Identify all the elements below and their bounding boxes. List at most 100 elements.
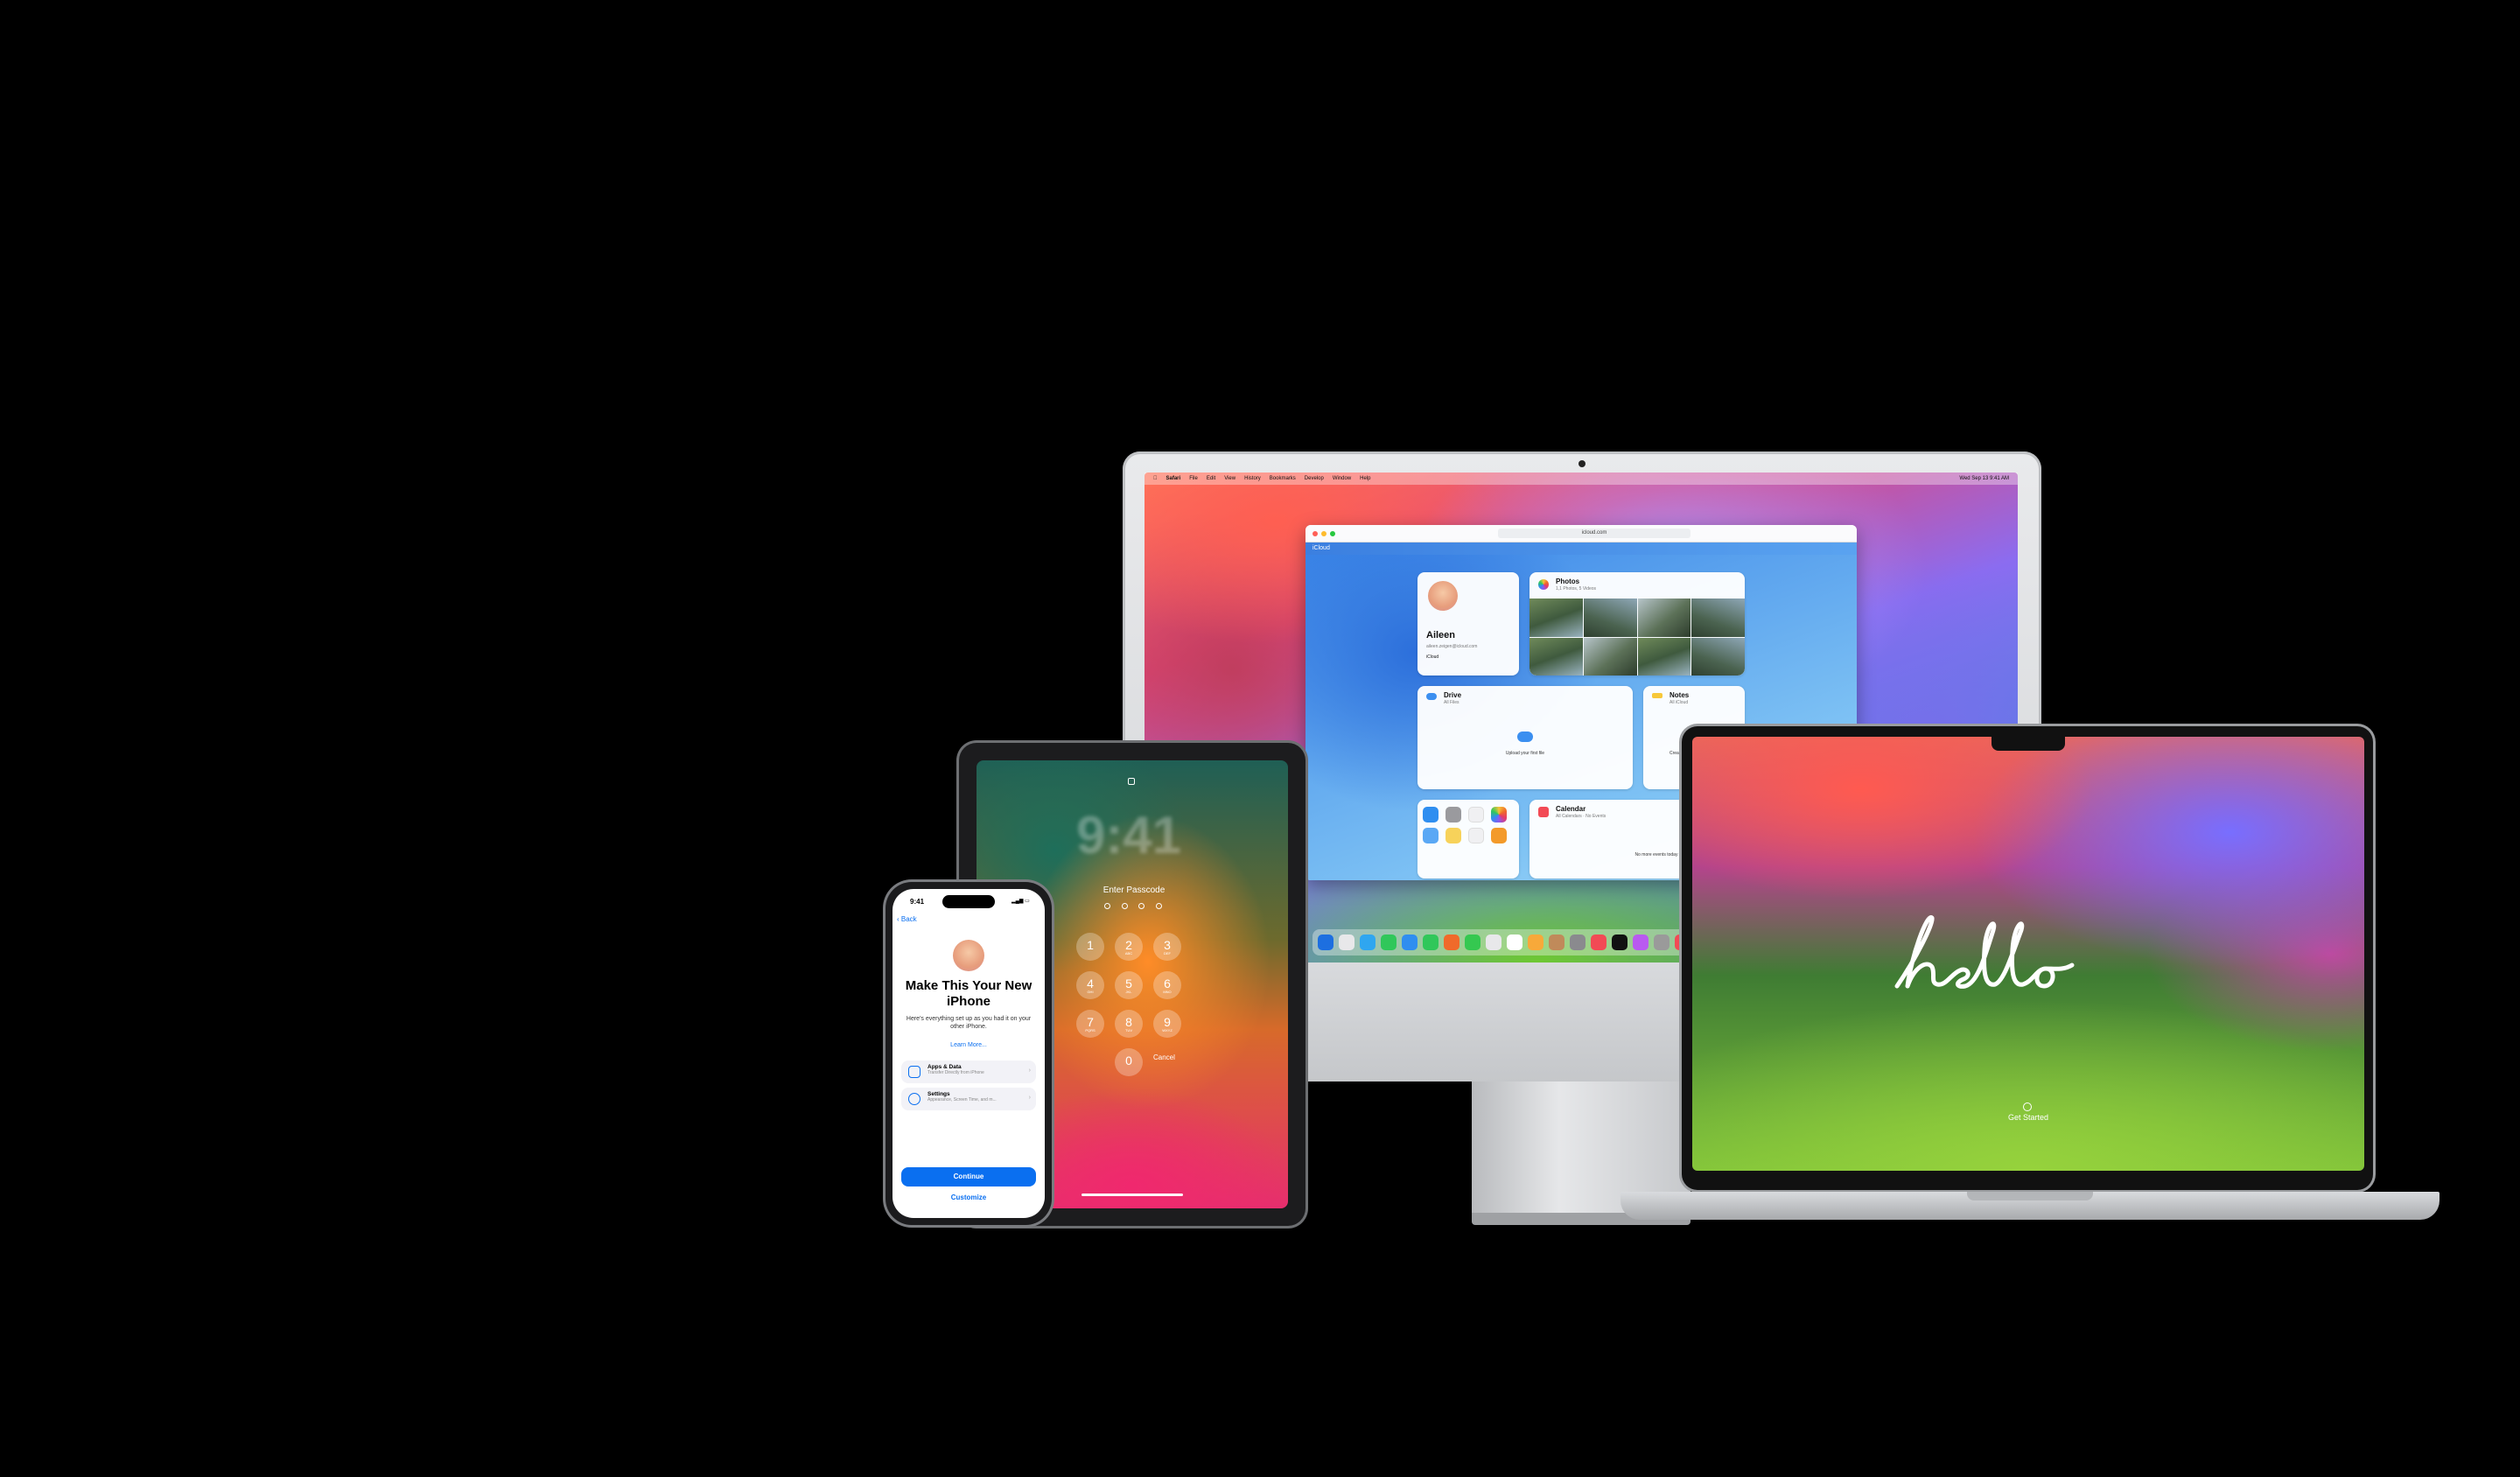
menu-edit[interactable]: Edit <box>1207 476 1215 481</box>
menu-bookmarks[interactable]: Bookmarks <box>1270 476 1296 481</box>
keypad-key-9[interactable]: 9 WXYZ <box>1153 1010 1181 1038</box>
upload-cloud-icon[interactable] <box>1517 732 1533 742</box>
key-letters: JKL <box>1125 990 1132 994</box>
keypad-key-3[interactable]: 3 DEF <box>1153 933 1181 961</box>
photos-card[interactable]: Photos 1,1 Photos, 5 Videos <box>1530 572 1745 676</box>
dock-app-icon[interactable] <box>1591 934 1606 950</box>
dock-app-icon[interactable] <box>1507 934 1522 950</box>
back-button[interactable]: ‹ Back <box>897 915 917 923</box>
icloud-header: iCloud <box>1306 542 1857 555</box>
continue-button[interactable]: Continue <box>901 1167 1036 1186</box>
drive-icon[interactable] <box>1423 828 1438 844</box>
dock-app-icon[interactable] <box>1381 934 1396 950</box>
dock-app-icon[interactable] <box>1528 934 1544 950</box>
menu-help[interactable]: Help <box>1360 476 1370 481</box>
menu-develop[interactable]: Develop <box>1305 476 1324 481</box>
keypad-key-4[interactable]: 4 GHI <box>1076 971 1104 999</box>
minimize-window-icon[interactable] <box>1321 530 1326 536</box>
keypad-key-8[interactable]: 8 TUV <box>1115 1010 1143 1038</box>
drive-card[interactable]: Drive All Files Upload your first file <box>1418 686 1633 789</box>
photo-thumbnails <box>1530 598 1745 676</box>
settings-row[interactable]: Settings Appearance, Screen Time, and m.… <box>901 1088 1036 1110</box>
photos-icon[interactable] <box>1491 807 1507 822</box>
photo-thumb[interactable] <box>1637 598 1691 637</box>
get-started-icon[interactable] <box>2023 1102 2032 1111</box>
dock-app-icon[interactable] <box>1444 934 1460 950</box>
dock-app-icon[interactable] <box>1612 934 1628 950</box>
photo-thumb[interactable] <box>1691 637 1745 676</box>
apps-data-row[interactable]: Apps & Data Transfer Directly from iPhon… <box>901 1060 1036 1083</box>
dock-app-icon[interactable] <box>1402 934 1418 950</box>
zoom-window-icon[interactable] <box>1330 530 1335 536</box>
notes-app-icon <box>1652 693 1662 698</box>
layers-icon <box>908 1066 920 1078</box>
menu-safari[interactable]: Safari <box>1166 476 1181 481</box>
drive-subtitle: All Files <box>1444 700 1460 705</box>
drive-cloud-icon <box>1426 693 1437 700</box>
photo-thumb[interactable] <box>1583 637 1637 676</box>
dock-app-icon[interactable] <box>1423 934 1438 950</box>
menu-history[interactable]: History <box>1244 476 1261 481</box>
notes-icon[interactable] <box>1446 828 1461 844</box>
get-started-button[interactable]: Get Started <box>1986 1113 2070 1122</box>
dock-app-icon[interactable] <box>1570 934 1586 950</box>
dock-app-icon[interactable] <box>1318 934 1334 950</box>
key-digit: 7 <box>1087 1015 1094 1029</box>
passcode-dot <box>1155 903 1162 909</box>
notes-create[interactable]: Create <box>1670 751 1683 756</box>
key-letters: ABC <box>1124 951 1133 956</box>
hello-greeting <box>1894 915 2075 989</box>
dock-app-icon[interactable] <box>1339 934 1354 950</box>
passcode-dots <box>1104 903 1162 909</box>
keypad-key-1[interactable]: 1 <box>1076 933 1104 961</box>
menu-view[interactable]: View <box>1224 476 1236 481</box>
mail-icon[interactable] <box>1423 807 1438 822</box>
photo-thumb[interactable] <box>1691 598 1745 637</box>
pages-icon[interactable] <box>1491 828 1507 844</box>
photo-thumb[interactable] <box>1637 637 1691 676</box>
key-digit: 1 <box>1087 938 1094 952</box>
passcode-prompt: Enter Passcode <box>1102 886 1166 895</box>
ipad-time: 9:41 <box>1075 806 1182 864</box>
keypad-key-6[interactable]: 6 MNO <box>1153 971 1181 999</box>
key-letters: WXYZ <box>1162 1028 1172 1032</box>
key-digit: 9 <box>1164 1015 1171 1029</box>
contacts-icon[interactable] <box>1446 807 1461 822</box>
dock-app-icon[interactable] <box>1633 934 1648 950</box>
memoji-avatar <box>953 940 984 971</box>
apple-menu-icon[interactable]:  <box>1153 476 1158 481</box>
calendar-icon[interactable] <box>1468 807 1484 822</box>
photo-thumb[interactable] <box>1583 598 1637 637</box>
settings-icon <box>908 1093 920 1105</box>
dock-app-icon[interactable] <box>1486 934 1502 950</box>
menu-window[interactable]: Window <box>1333 476 1351 481</box>
icloud-label[interactable]: iCloud <box>1312 545 1330 551</box>
dock-app-icon[interactable] <box>1465 934 1480 950</box>
status-time: 9:41 <box>910 898 925 906</box>
keypad-key-7[interactable]: 7 PQRS <box>1076 1010 1104 1038</box>
menubar-clock[interactable]: Wed Sep 13 9:41 AM <box>1959 476 2009 481</box>
dock-app-icon[interactable] <box>1549 934 1564 950</box>
dock-app-icon[interactable] <box>1360 934 1376 950</box>
keypad-key-2[interactable]: 2 ABC <box>1115 933 1143 961</box>
passcode-dot <box>1121 903 1128 909</box>
profile-card[interactable]: Aileen aileen.zeigen@icloud.com iCloud <box>1418 572 1519 676</box>
customize-button[interactable]: Customize <box>901 1194 1036 1201</box>
dock-app-icon[interactable] <box>1654 934 1670 950</box>
key-digit: 2 <box>1125 938 1132 952</box>
reminders-icon[interactable] <box>1468 828 1484 844</box>
photo-thumb[interactable] <box>1530 637 1583 676</box>
learn-more-link[interactable]: Learn More... <box>905 1042 1032 1048</box>
cancel-button[interactable]: Cancel <box>1153 1054 1175 1061</box>
menu-file[interactable]: File <box>1189 476 1198 481</box>
address-bar[interactable]: icloud.com <box>1498 528 1690 538</box>
profile-avatar <box>1428 581 1458 611</box>
keypad-key-0[interactable]: 0 <box>1115 1048 1143 1076</box>
profile-name: Aileen <box>1426 630 1456 640</box>
row-subtitle: Appearance, Screen Time, and m... <box>928 1097 997 1102</box>
photo-thumb[interactable] <box>1530 598 1583 637</box>
keypad-key-5[interactable]: 5 JKL <box>1115 971 1143 999</box>
photos-subtitle: 1,1 Photos, 5 Videos <box>1556 586 1597 592</box>
close-window-icon[interactable] <box>1312 530 1318 536</box>
upload-first-file[interactable]: Upload your first file <box>1470 751 1580 756</box>
